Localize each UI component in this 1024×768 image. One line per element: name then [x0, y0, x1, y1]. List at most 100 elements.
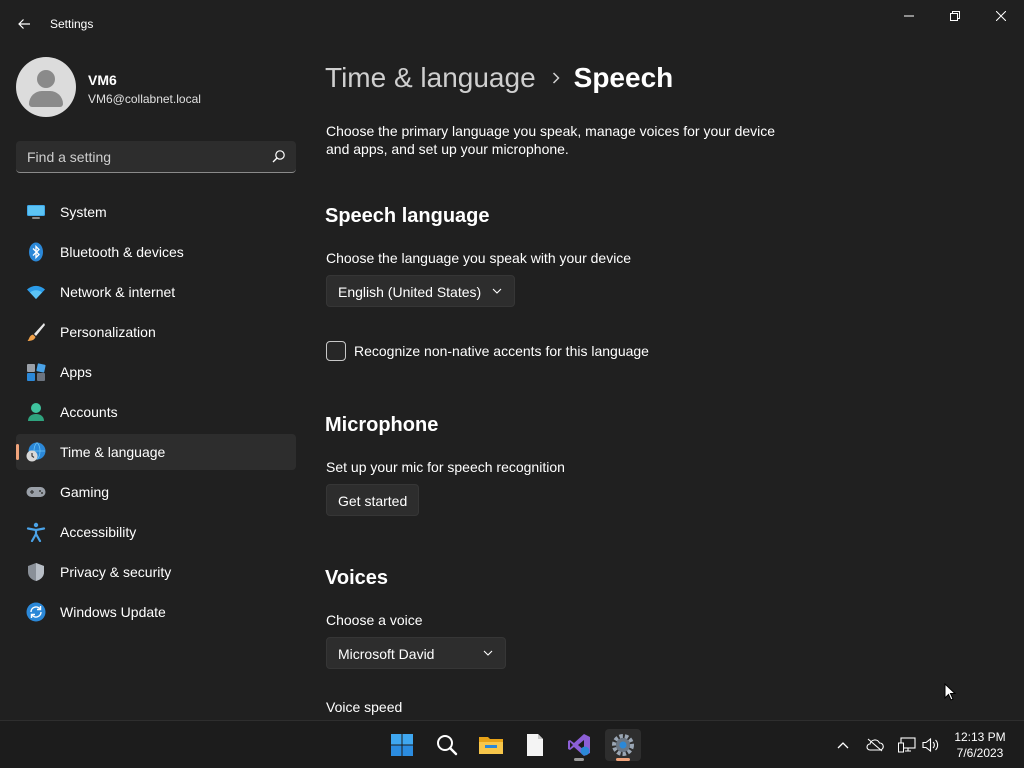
search-icon: [437, 735, 458, 756]
running-indicator: [574, 758, 584, 761]
settings-button[interactable]: [605, 729, 641, 761]
apps-icon: [27, 363, 46, 381]
sidebar-item-label: Apps: [60, 364, 92, 380]
mouse-cursor-icon: [944, 683, 956, 701]
sidebar-item-gaming[interactable]: Gaming: [16, 474, 296, 510]
sidebar-item-label: Personalization: [60, 324, 156, 340]
taskbar-clock[interactable]: 12:13 PM 7/6/2023: [948, 729, 1012, 761]
notepad-icon: [527, 734, 543, 756]
sidebar-item-personalization[interactable]: Personalization: [16, 314, 296, 350]
voice-selected: Microsoft David: [338, 646, 435, 662]
voice-dropdown[interactable]: Microsoft David: [326, 637, 506, 669]
taskbar-search-button[interactable]: [429, 729, 465, 761]
minimize-button[interactable]: [886, 0, 932, 32]
chevron-down-icon: [483, 650, 493, 656]
show-hidden-icons-button[interactable]: [833, 735, 853, 755]
accounts-icon: [28, 403, 44, 421]
close-icon: [996, 11, 1006, 21]
update-icon: [26, 602, 46, 622]
file-explorer-icon: [479, 737, 503, 754]
sidebar-item-time-language[interactable]: Time & language: [16, 434, 296, 470]
accents-checkbox-label: Recognize non-native accents for this la…: [354, 343, 649, 359]
sidebar-item-accounts[interactable]: Accounts: [16, 394, 296, 430]
settings-icon: [612, 734, 634, 756]
chevron-up-icon: [837, 742, 849, 749]
search-box: [16, 141, 296, 173]
back-button[interactable]: [12, 12, 36, 36]
selection-indicator: [16, 444, 19, 460]
title-bar: Settings: [0, 0, 1024, 48]
onedrive-tray-button[interactable]: [865, 735, 885, 755]
sidebar-item-accessibility[interactable]: Accessibility: [16, 514, 296, 550]
time-language-icon: [26, 442, 46, 462]
shield-icon: [28, 563, 44, 581]
microphone-description: Set up your mic for speech recognition: [326, 459, 565, 475]
sidebar-item-label: Gaming: [60, 484, 110, 500]
microphone-heading: Microphone: [325, 414, 439, 436]
sidebar-item-windows-update[interactable]: Windows Update: [16, 594, 296, 630]
close-button[interactable]: [978, 0, 1024, 32]
sidebar-item-apps[interactable]: Apps: [16, 354, 296, 390]
profile-email: VM6@collabnet.local: [88, 92, 201, 106]
user-profile[interactable]: VM6 VM6@collabnet.local: [16, 57, 296, 117]
network-tray-button[interactable]: [897, 735, 917, 755]
minimize-icon: [904, 15, 914, 17]
volume-tray-button[interactable]: [921, 735, 941, 755]
network-icon: [898, 737, 916, 753]
sidebar-item-label: Windows Update: [60, 604, 166, 620]
app-title: Settings: [50, 17, 94, 31]
profile-name: VM6: [88, 72, 117, 88]
voices-heading: Voices: [325, 567, 388, 589]
voice-speed-label: Voice speed: [326, 699, 403, 715]
search-input[interactable]: [16, 141, 266, 172]
bluetooth-icon: [29, 242, 43, 262]
chevron-down-icon: [492, 288, 502, 294]
start-button[interactable]: [384, 729, 420, 761]
sidebar-item-privacy[interactable]: Privacy & security: [16, 554, 296, 590]
clock-date: 7/6/2023: [956, 746, 1004, 760]
get-started-button[interactable]: Get started: [326, 484, 419, 516]
sidebar-item-label: Bluetooth & devices: [60, 244, 184, 260]
visual-studio-icon: [568, 734, 590, 756]
clock-time: 12:13 PM: [954, 730, 1006, 744]
sidebar-item-system[interactable]: System: [16, 194, 296, 230]
chevron-right-icon: [552, 72, 560, 84]
breadcrumb: Time & language Speech: [325, 58, 673, 98]
speech-language-description: Choose the language you speak with your …: [326, 250, 632, 266]
sidebar-item-bluetooth[interactable]: Bluetooth & devices: [16, 234, 296, 270]
active-indicator: [616, 758, 630, 761]
page-description: Choose the primary language you speak, m…: [326, 123, 776, 157]
sidebar-item-label: Network & internet: [60, 284, 176, 300]
page-title: Speech: [573, 62, 674, 93]
restore-button[interactable]: [932, 0, 978, 32]
cloud-offline-icon: [866, 738, 884, 752]
speech-language-dropdown[interactable]: English (United States): [326, 275, 515, 307]
file-explorer-button[interactable]: [473, 729, 509, 761]
sidebar-item-label: Accessibility: [60, 524, 137, 540]
avatar: [16, 57, 76, 117]
sidebar-item-label: System: [60, 204, 107, 220]
brush-icon: [27, 323, 45, 341]
sidebar-item-label: Privacy & security: [60, 564, 172, 580]
speech-language-selected: English (United States): [338, 284, 482, 300]
accents-checkbox[interactable]: [326, 341, 346, 361]
volume-icon: [922, 737, 939, 753]
speech-language-heading: Speech language: [325, 205, 490, 227]
breadcrumb-parent[interactable]: Time & language: [325, 62, 536, 94]
gamepad-icon: [26, 487, 46, 497]
get-started-label: Get started: [338, 493, 408, 509]
restore-icon: [950, 11, 960, 21]
visual-studio-button[interactable]: [561, 729, 597, 761]
wifi-icon: [27, 285, 45, 299]
start-icon: [391, 734, 413, 756]
system-icon: [27, 205, 45, 219]
voices-description: Choose a voice: [326, 612, 423, 628]
accessibility-icon: [26, 522, 46, 542]
taskbar: 12:13 PM 7/6/2023: [0, 720, 1024, 768]
sidebar-item-label: Time & language: [60, 444, 166, 460]
back-arrow-icon: [18, 19, 30, 29]
sidebar-item-network[interactable]: Network & internet: [16, 274, 296, 310]
sidebar-item-label: Accounts: [60, 404, 118, 420]
notepad-button[interactable]: [517, 729, 553, 761]
sidebar-nav: System Bluetooth & devices Network & int…: [16, 194, 296, 634]
